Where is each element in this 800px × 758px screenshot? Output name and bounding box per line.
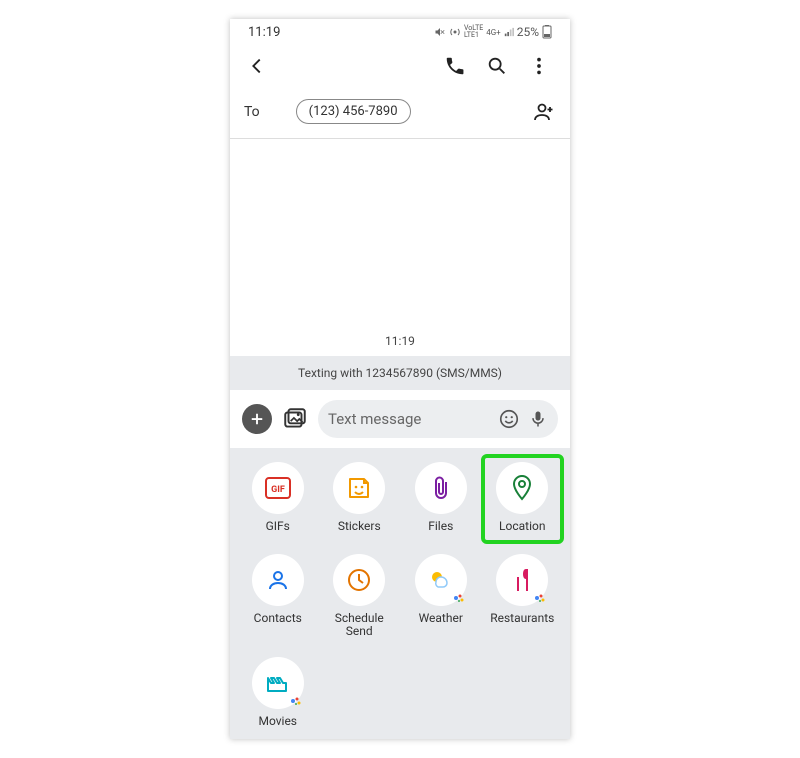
movie-icon (265, 671, 291, 695)
emoji-icon (498, 408, 520, 430)
sheet-item-label: Contacts (254, 612, 302, 626)
sheet-item-stickers[interactable]: Stickers (322, 462, 398, 536)
status-time: 11:19 (248, 25, 280, 40)
search-button[interactable] (476, 49, 518, 87)
sheet-item-contacts[interactable]: Contacts (240, 554, 316, 640)
attachment-sheet: GIF GIFs Stickers Files Location Contact… (230, 448, 570, 739)
person-add-icon (532, 100, 556, 124)
weather-icon (427, 568, 455, 592)
status-bar: 11:19 VoLTELTE1 4G+ 25% (230, 19, 570, 45)
paperclip-icon (430, 475, 452, 501)
sheet-item-weather[interactable]: Weather (403, 554, 479, 640)
sheet-item-label: Restaurants (490, 612, 554, 626)
gallery-icon (282, 406, 308, 432)
to-label: To (244, 104, 260, 120)
contact-icon (266, 568, 290, 592)
plus-icon (248, 410, 266, 428)
call-button[interactable] (434, 49, 476, 87)
mic-icon (528, 409, 548, 429)
chevron-left-icon (246, 55, 268, 77)
restaurant-icon (510, 567, 534, 593)
sheet-item-restaurants[interactable]: Restaurants (485, 554, 561, 640)
sheet-item-label: Stickers (338, 520, 381, 534)
sheet-item-schedule-send[interactable]: Schedule Send (322, 554, 398, 640)
gif-icon: GIF (265, 477, 291, 499)
message-placeholder: Text message (328, 410, 490, 428)
search-icon (486, 55, 508, 77)
sheet-item-label: Location (499, 520, 545, 534)
sheet-item-label: Files (428, 520, 453, 534)
recipient-chip[interactable]: (123) 456-7890 (296, 99, 411, 124)
sheet-item-label: Schedule Send (322, 612, 398, 640)
sheet-item-label: GIFs (266, 520, 290, 534)
signal-icon (504, 27, 514, 37)
sheet-item-files[interactable]: Files (403, 462, 479, 536)
add-recipient-button[interactable] (532, 100, 556, 124)
clock-icon (346, 567, 372, 593)
compose-bar: Text message (230, 390, 570, 448)
battery-icon (542, 25, 552, 39)
status-right: VoLTELTE1 4G+ 25% (434, 25, 552, 39)
conversation-area[interactable]: 11:19 (230, 139, 570, 356)
sheet-item-movies[interactable]: Movies (240, 657, 316, 729)
phone-screen: 11:19 VoLTELTE1 4G+ 25% To (123) 456-789… (230, 19, 570, 739)
hotspot-icon (449, 26, 461, 38)
recipient-row: To (123) 456-7890 (230, 91, 570, 138)
assistant-badge-icon (534, 592, 546, 604)
location-pin-icon (511, 474, 533, 502)
conversation-timestamp: 11:19 (385, 334, 415, 348)
sms-banner: Texting with 1234567890 (SMS/MMS) (230, 356, 570, 390)
app-bar (230, 45, 570, 91)
mute-icon (434, 26, 446, 38)
emoji-button[interactable] (498, 408, 520, 430)
sheet-item-label: Movies (258, 715, 297, 729)
back-button[interactable] (240, 49, 274, 87)
assistant-badge-icon (290, 695, 302, 707)
voice-button[interactable] (528, 409, 548, 429)
svg-text:GIF: GIF (271, 485, 285, 495)
more-options-button[interactable] (518, 49, 560, 87)
more-vertical-icon (528, 55, 550, 77)
message-input[interactable]: Text message (318, 400, 558, 438)
gallery-button[interactable] (282, 406, 308, 432)
sheet-item-gifs[interactable]: GIF GIFs (240, 462, 316, 536)
sheet-item-location[interactable]: Location (481, 454, 565, 544)
assistant-badge-icon (453, 592, 465, 604)
attachments-toggle-button[interactable] (242, 404, 272, 434)
sheet-item-label: Weather (419, 612, 463, 626)
sticker-icon (346, 475, 372, 501)
battery-percent: 25% (517, 25, 539, 39)
phone-icon (444, 55, 466, 77)
